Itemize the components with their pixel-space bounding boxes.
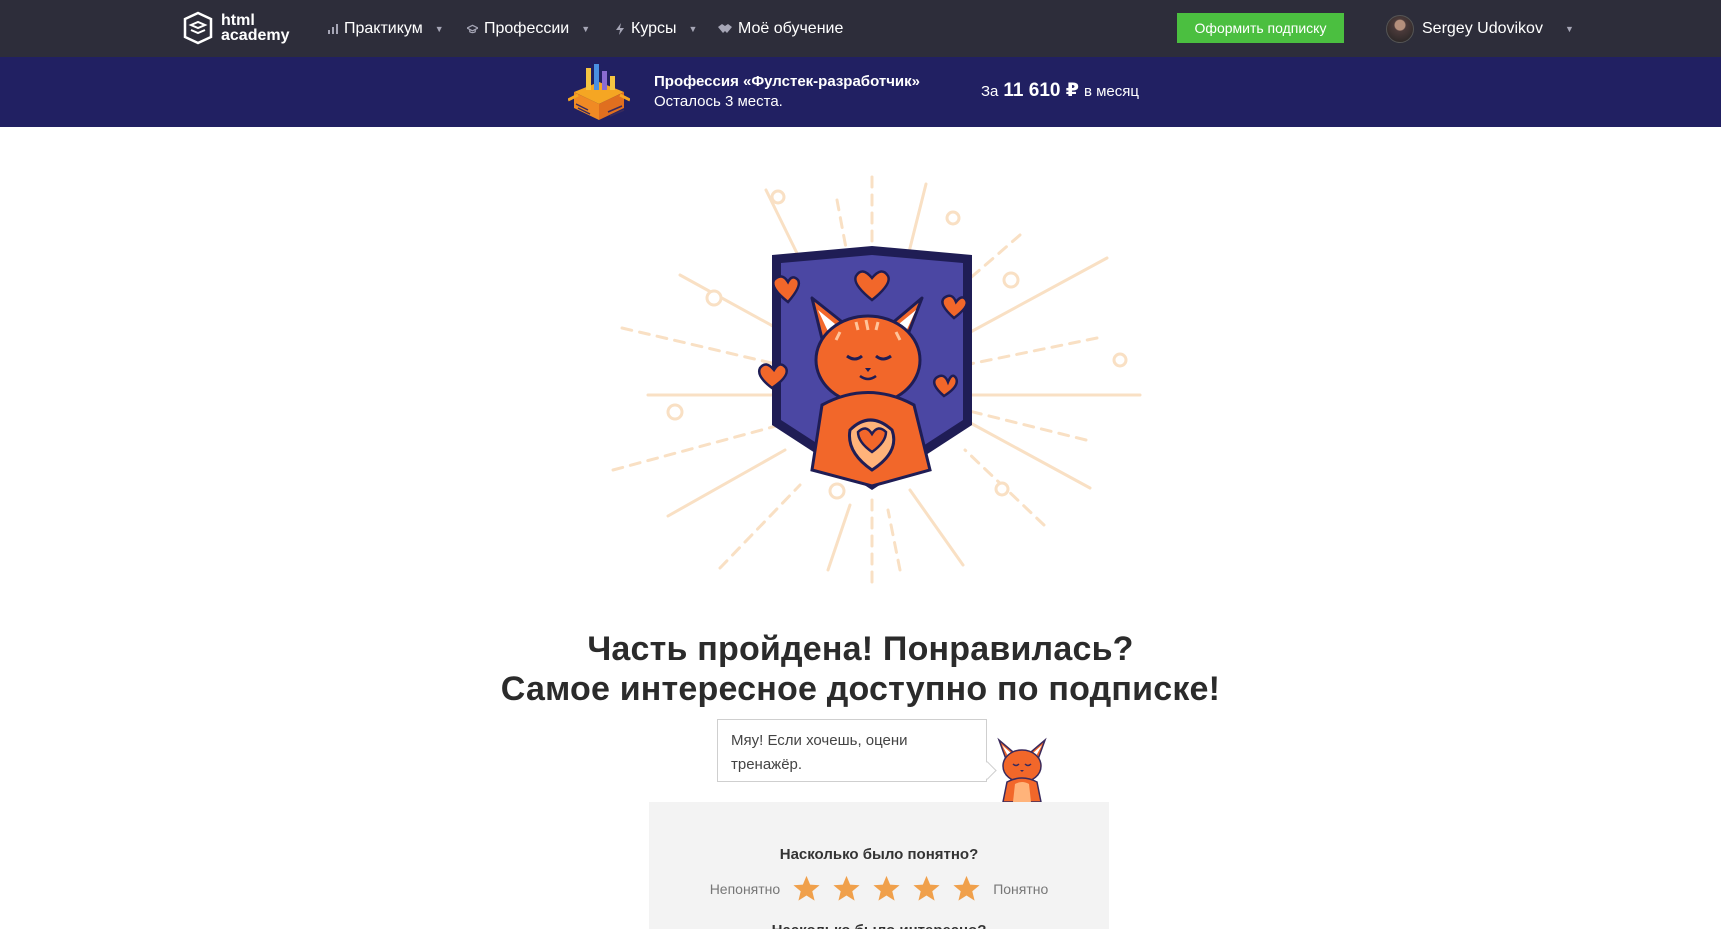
- star-icon-5[interactable]: [952, 874, 981, 903]
- star-icon-2[interactable]: [832, 874, 861, 903]
- handshake-icon: [718, 23, 732, 34]
- chevron-down-icon: ▼: [581, 23, 591, 34]
- open-box-illustration: [568, 64, 630, 120]
- promo-banner[interactable]: Профессия «Фулстек-разработчик» Осталось…: [0, 57, 1721, 127]
- speech-bubble: Мяу! Если хочешь, оцени тренажёр.: [717, 719, 987, 782]
- star-icon-3[interactable]: [872, 874, 901, 903]
- nav-item-courses[interactable]: Курсы ▼: [614, 0, 697, 57]
- star-icon-1[interactable]: [792, 874, 821, 903]
- price-amount: 11 610 ₽: [1003, 80, 1079, 101]
- nav-item-label: Моё обучение: [738, 19, 844, 37]
- rating-question: Насколько было понятно?: [779, 846, 979, 863]
- nav-item-my-learning[interactable]: Моё обучение: [718, 0, 843, 57]
- promo-subtitle: Осталось 3 места.: [654, 93, 783, 110]
- promo-title: Профессия «Фулстек-разработчик»: [654, 73, 920, 90]
- achievement-badge-illustration: [611, 175, 1142, 592]
- bars-icon: [327, 23, 338, 34]
- nav-item-label: Профессии: [484, 19, 570, 37]
- next-rating-question: Насколько было интересно?: [649, 922, 1109, 929]
- star-rating: [792, 874, 981, 903]
- nav-item-label: Практикум: [344, 19, 423, 37]
- nav-item-label: Курсы: [631, 19, 677, 37]
- rating-panel: Насколько было понятно? Непонятно Понятн…: [649, 802, 1109, 929]
- top-navigation: html academy Практикум ▼ Профессии ▼ Кур…: [0, 0, 1721, 57]
- logo-line-2: academy: [221, 27, 290, 44]
- rating-low-label: Непонятно: [709, 880, 781, 897]
- nav-item-praktikum[interactable]: Практикум ▼: [327, 0, 444, 57]
- logo-link[interactable]: html academy: [183, 10, 290, 46]
- avatar: [1386, 14, 1414, 43]
- price-suffix: в месяц: [1083, 83, 1139, 100]
- chevron-down-icon: ▼: [1564, 23, 1574, 34]
- graduation-cap-icon: [467, 23, 478, 34]
- rating-high-label: Понятно: [993, 880, 1049, 897]
- promo-price: За 11 610 ₽ в месяц: [981, 79, 1139, 102]
- star-icon-4[interactable]: [912, 874, 941, 903]
- chevron-down-icon: ▼: [688, 23, 698, 34]
- headline-part-completed: Часть пройдена! Понравилась?: [587, 630, 1134, 668]
- logo-icon: [183, 11, 213, 45]
- rating-row: Непонятно Понятно: [649, 874, 1109, 903]
- chevron-down-icon: ▼: [434, 23, 444, 34]
- headline-subscription: Самое интересное доступно по подписке!: [500, 670, 1221, 708]
- nav-item-professions[interactable]: Профессии ▼: [467, 0, 590, 57]
- price-prefix: За: [981, 83, 999, 100]
- cat-mascot-icon: [997, 737, 1047, 802]
- subscribe-button[interactable]: Оформить подписку: [1177, 13, 1344, 43]
- user-name: Sergey Udovikov: [1422, 19, 1543, 37]
- lightning-icon: [614, 22, 625, 35]
- user-menu[interactable]: Sergey Udovikov ▼: [1386, 0, 1574, 57]
